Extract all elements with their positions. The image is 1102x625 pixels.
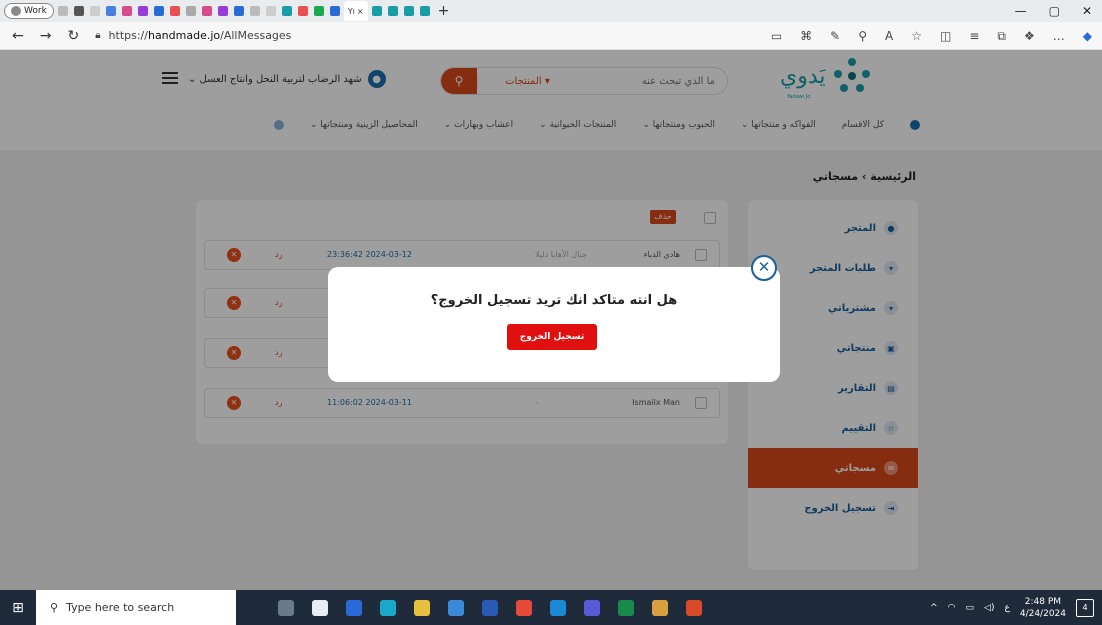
url-path: /AllMessages bbox=[220, 29, 292, 42]
tab-favicon[interactable] bbox=[168, 6, 182, 16]
confirm-logout-button[interactable]: تسجيل الخروج bbox=[507, 324, 597, 350]
tab-active[interactable]: Yı × bbox=[343, 1, 368, 21]
pen-icon[interactable]: ✎ bbox=[830, 29, 840, 43]
volume-icon[interactable]: ◁) bbox=[984, 603, 994, 613]
modal-question: هل انته متاكد انك تريد تسجيل الخروج؟ bbox=[430, 293, 678, 308]
tab-favicon[interactable] bbox=[136, 6, 150, 16]
tab-favicon[interactable] bbox=[418, 6, 432, 16]
collections-icon[interactable]: ⧉ bbox=[997, 29, 1006, 44]
new-tab-icon[interactable]: + bbox=[438, 3, 450, 19]
tab-favicon[interactable] bbox=[328, 6, 342, 16]
tab-favicon[interactable] bbox=[386, 6, 400, 16]
address-bar: ← → ↻ 🔒︎ https://handmade.jo/AllMessages… bbox=[0, 22, 1102, 50]
url-host: handmade.jo bbox=[147, 29, 221, 42]
notepad-icon[interactable] bbox=[312, 599, 328, 616]
tab-label: Yı bbox=[347, 6, 355, 16]
tab-favicon[interactable] bbox=[200, 6, 214, 16]
profile-button[interactable]: Work bbox=[4, 3, 54, 19]
tab-favicon[interactable] bbox=[216, 6, 230, 16]
read-aloud-icon[interactable]: A bbox=[885, 29, 893, 43]
network-icon[interactable]: ◠ bbox=[948, 603, 956, 613]
close-icon[interactable]: ✕ bbox=[751, 255, 777, 281]
browser-toolbar: ▭ ⌘ ✎ ⚲ A ☆ ◫ ≡ ⧉ ❖ … ◆ bbox=[771, 22, 1092, 50]
favorites-icon[interactable]: ≡ bbox=[969, 29, 979, 43]
tab-favicon[interactable] bbox=[104, 6, 118, 16]
explorer-icon[interactable] bbox=[346, 599, 362, 616]
tab-favicon[interactable] bbox=[248, 6, 262, 16]
zoom-icon[interactable]: ⚲ bbox=[858, 29, 867, 43]
system-tray: ^ ◠ ▭ ◁) ع 2:48 PM 4/24/2024 4 bbox=[930, 590, 1102, 625]
lock-icon: 🔒︎ bbox=[95, 30, 101, 41]
url-field[interactable]: 🔒︎ https://handmade.jo/AllMessages bbox=[95, 29, 595, 42]
tab-favicon[interactable] bbox=[370, 6, 384, 16]
tab-favicon[interactable] bbox=[88, 6, 102, 16]
teams-icon[interactable] bbox=[584, 599, 600, 616]
refresh-icon[interactable]: ↻ bbox=[67, 28, 79, 44]
tab-favicon[interactable] bbox=[184, 6, 198, 16]
windows-taskbar: ⊞ ⚲ Type here to search ^ ◠ ▭ ◁) ع 2:48 … bbox=[0, 590, 1102, 625]
chrome-icon[interactable] bbox=[516, 599, 532, 616]
page: يَدوي Yadawi Jo ⚲ المنتجات ▾ ● شهد الرضا… bbox=[0, 50, 1102, 590]
tab-favicon[interactable] bbox=[232, 6, 246, 16]
app-icon[interactable] bbox=[652, 599, 668, 616]
close-window-icon[interactable]: ✕ bbox=[1082, 4, 1092, 18]
forward-icon[interactable]: → bbox=[40, 28, 52, 44]
tab-favicon[interactable] bbox=[120, 6, 134, 16]
logout-confirm-modal: ✕ هل انته متاكد انك تريد تسجيل الخروج؟ ت… bbox=[328, 255, 780, 382]
tab-favicon[interactable] bbox=[152, 6, 166, 16]
notification-count: 4 bbox=[1082, 603, 1088, 612]
screen-icon[interactable]: ▭ bbox=[771, 29, 782, 43]
close-tab-icon[interactable]: × bbox=[357, 7, 364, 16]
window-controls: — ▢ ✕ bbox=[1000, 0, 1102, 22]
clock-date: 4/24/2024 bbox=[1019, 608, 1066, 619]
taskbar-search-placeholder: Type here to search bbox=[66, 601, 175, 614]
word-icon[interactable] bbox=[482, 599, 498, 616]
chevron-up-icon[interactable]: ^ bbox=[930, 603, 938, 613]
back-icon[interactable]: ← bbox=[12, 28, 24, 44]
profile-label: Work bbox=[24, 6, 47, 16]
modal-backdrop[interactable] bbox=[0, 50, 1102, 150]
file-explorer-icon[interactable] bbox=[414, 599, 430, 616]
battery-icon[interactable]: ▭ bbox=[966, 603, 975, 613]
notification-icon[interactable]: 4 bbox=[1076, 598, 1094, 617]
tab-favicon[interactable] bbox=[402, 6, 416, 16]
url-prefix: https:// bbox=[108, 29, 148, 42]
tab-favicon[interactable] bbox=[72, 6, 86, 16]
tab-favicon[interactable] bbox=[264, 6, 278, 16]
clock[interactable]: 2:48 PM 4/24/2024 bbox=[1020, 596, 1066, 620]
avatar bbox=[11, 6, 21, 16]
split-screen-icon[interactable]: ◫ bbox=[940, 29, 951, 43]
minimize-icon[interactable]: — bbox=[1015, 4, 1027, 18]
app-icon[interactable] bbox=[550, 599, 566, 616]
clock-time: 2:48 PM bbox=[1024, 596, 1062, 607]
tab-favicon[interactable] bbox=[312, 6, 326, 16]
copilot-icon[interactable]: ◆ bbox=[1083, 29, 1092, 43]
restore-icon[interactable]: ▢ bbox=[1049, 4, 1060, 18]
taskbar-apps bbox=[278, 599, 702, 616]
search-icon: ⚲ bbox=[50, 601, 59, 614]
powerpoint-icon[interactable] bbox=[686, 599, 702, 616]
task-view-icon[interactable] bbox=[278, 599, 294, 616]
excel-icon[interactable] bbox=[618, 599, 634, 616]
browser-tab-strip: Work Yı × + — ▢ ✕ bbox=[0, 0, 1102, 22]
tab-favicon[interactable] bbox=[280, 6, 294, 16]
apps-icon[interactable]: ⌘ bbox=[800, 29, 812, 43]
tab-favicon[interactable] bbox=[296, 6, 310, 16]
favorite-star-icon[interactable]: ☆ bbox=[911, 29, 922, 43]
language-indicator[interactable]: ع bbox=[1004, 603, 1009, 613]
edge-icon[interactable] bbox=[380, 599, 396, 616]
app-icon[interactable] bbox=[448, 599, 464, 616]
taskbar-search[interactable]: ⚲ Type here to search bbox=[36, 590, 236, 625]
tab-favicon[interactable] bbox=[56, 6, 70, 16]
extension-icon[interactable]: ❖ bbox=[1024, 29, 1035, 43]
windows-start-icon[interactable]: ⊞ bbox=[0, 590, 36, 625]
more-icon[interactable]: … bbox=[1053, 29, 1065, 43]
